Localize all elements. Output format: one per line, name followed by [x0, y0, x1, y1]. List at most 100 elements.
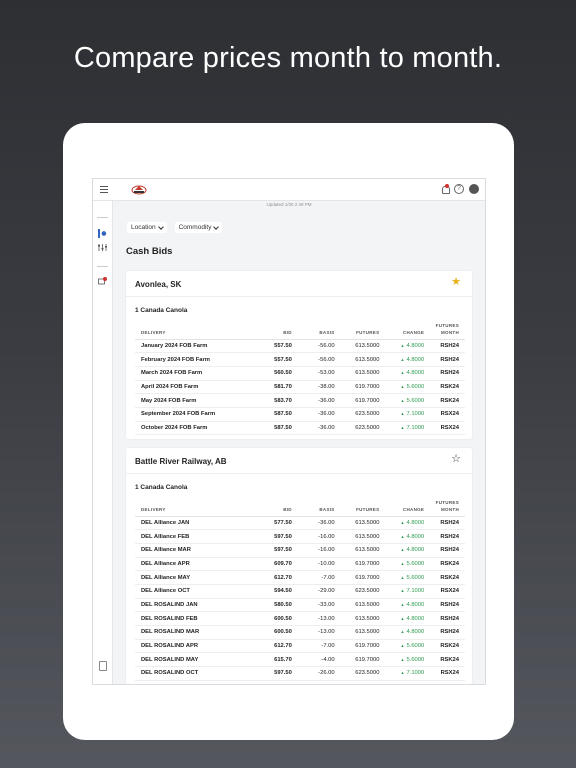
notification-icon[interactable] [441, 184, 450, 194]
menu-icon[interactable] [100, 186, 108, 193]
column-header-line: FUTURES [435, 499, 459, 505]
table-row[interactable]: DEL ROSALIND MAY 615.70 -4.00 619.7000 ▲ 5.60… [135, 652, 465, 668]
futures-cell: 613.5000 [334, 611, 380, 626]
column-header: DELIVERY [135, 498, 248, 517]
table-row[interactable]: DEL Alliance FEB 597.50 -16.00 613.5000 ▲ 4.8… [135, 529, 465, 544]
cash-bids-icon[interactable] [98, 229, 107, 238]
table-row[interactable]: January 2024 FOB Farm 557.50 -56.00 613.500… [135, 339, 465, 354]
delivery-cell: DEL ROSALIND JAN [135, 598, 248, 613]
bid-cell: 609.70 [247, 557, 292, 572]
futures-month-cell: RSH24 [424, 516, 465, 531]
futures-cell: 613.5000 [334, 516, 380, 531]
headline: Compare prices month to month. [73, 42, 503, 74]
column-header: CHANGE [379, 321, 425, 340]
table-row[interactable]: DEL Alliance OCT 594.50 -29.00 623.5000 ▲ 7.1… [135, 584, 465, 599]
basis-cell: -4.00 [291, 652, 335, 668]
table-header-row: DELIVERY BID BASIS FUTURES CHANGE FUTURES MONT… [135, 498, 465, 517]
futures-cell: 613.5000 [334, 366, 380, 381]
futures-cell: 619.7000 [334, 639, 380, 654]
futures-month-cell: RSX24 [424, 666, 465, 681]
futures-cell: 619.7000 [334, 557, 380, 572]
bid-cell: 580.50 [247, 598, 292, 613]
bid-cell: 557.50 [247, 352, 292, 367]
change-value: 4.8000 [406, 615, 425, 622]
basis-cell: -7.00 [291, 570, 335, 585]
change-value: 7.1000 [406, 670, 425, 677]
change-cell: ▲ 4.8000 [379, 339, 425, 354]
bid-cell: 594.50 [247, 584, 292, 599]
location-filter[interactable]: Location [127, 222, 167, 233]
arrow-up-icon: ▲ [400, 615, 405, 621]
change-cell: ▲ 7.1000 [379, 584, 425, 599]
change-cell: ▲ 4.8000 [379, 625, 425, 640]
futures-month-cell: RSX24 [424, 421, 465, 436]
change-cell: ▲ 7.1000 [379, 421, 425, 436]
table-row[interactable]: DEL ROSALIND OCT 597.50 -26.00 623.5000 ▲ 7.1… [135, 666, 465, 681]
futures-month-cell: RSH24 [424, 339, 465, 354]
futures-month-cell: RSK24 [424, 380, 465, 395]
column-header-line: MONTH [441, 506, 459, 512]
arrow-up-icon: ▲ [400, 670, 405, 676]
table-row[interactable]: March 2024 FOB Farm 560.50 -53.00 613.5000 ▲… [135, 366, 465, 381]
messages-icon[interactable] [98, 277, 107, 286]
arrow-up-icon: ▲ [400, 656, 405, 662]
change-value: 5.6000 [406, 397, 425, 404]
table-row[interactable]: February 2024 FOB Farm 557.50 -56.00 613.50… [135, 352, 465, 367]
commodity-filter[interactable]: Commodity [174, 222, 223, 233]
futures-cell: 613.5000 [334, 352, 380, 367]
table-row[interactable]: DEL Alliance JAN 577.50 -36.00 613.5000 ▲ 4.8… [135, 516, 465, 531]
sliders-icon[interactable] [98, 243, 107, 252]
table-row[interactable]: DEL Alliance MAY 612.70 -7.00 619.7000 ▲ 5.60… [135, 570, 465, 585]
arrow-up-icon: ▲ [400, 560, 405, 566]
table-row[interactable]: DEL ROSALIND FEB 600.50 -13.00 613.5000 ▲ 4.8… [135, 611, 465, 626]
column-header-line: FUTURES [435, 322, 459, 328]
change-value: 5.6000 [406, 656, 425, 663]
commodity-name: 1 Canada Canola [135, 307, 188, 314]
arrow-up-icon: ▲ [400, 356, 405, 362]
bid-cell: 615.70 [247, 652, 292, 668]
table-row[interactable]: September 2024 FOB Farm 587.50 -36.00 623.5… [135, 407, 465, 422]
table-row[interactable]: DEL ROSALIND APR 612.70 -7.00 619.7000 ▲ 5.60… [135, 639, 465, 654]
column-header: CHANGE [379, 498, 425, 517]
change-cell: ▲ 4.8000 [379, 516, 425, 531]
delivery-cell: DEL ROSALIND MAR [135, 625, 248, 640]
futures-cell: 613.5000 [334, 529, 380, 544]
arrow-up-icon: ▲ [400, 342, 405, 348]
updated-timestamp: Updated 1/30 2:49 PM [266, 202, 312, 207]
delivery-cell: March 2024 FOB Farm [135, 366, 248, 381]
futures-cell: 623.5000 [334, 584, 380, 599]
basis-cell: -38.00 [291, 380, 335, 395]
account-icon[interactable] [469, 184, 479, 194]
table-row[interactable]: DEL Alliance APR 609.70 -10.00 619.7000 ▲ 5.6… [135, 557, 465, 572]
column-header: DELIVERY [135, 321, 248, 340]
star-outline-icon[interactable]: ☆ [451, 454, 461, 465]
delivery-cell: DEL Alliance OCT [135, 584, 248, 599]
change-cell: ▲ 7.1000 [379, 666, 425, 681]
star-filled-icon[interactable]: ★ [451, 277, 461, 288]
change-value: 5.6000 [406, 560, 425, 567]
futures-cell: 613.5000 [334, 598, 380, 613]
change-value: 7.1000 [406, 411, 425, 418]
table-row[interactable]: DEL Alliance MAR 597.50 -16.00 613.5000 ▲ 4.8… [135, 543, 465, 558]
table-row[interactable]: April 2024 FOB Farm 581.70 -38.00 619.7000 ▲… [135, 380, 465, 395]
help-icon[interactable]: ? [454, 184, 464, 194]
bid-cell: 597.50 [247, 543, 292, 558]
app-screen: ? Updated 1/30 2:49 PM Location Commodit… [92, 178, 486, 685]
table-row[interactable]: May 2024 FOB Farm 583.70 -36.00 619.7000 ▲ 5.… [135, 393, 465, 408]
delivery-cell: DEL ROSALIND MAY [135, 652, 248, 668]
table-row[interactable]: October 2024 FOB Farm 587.50 -36.00 623.500… [135, 421, 465, 436]
arrow-up-icon: ▲ [400, 424, 405, 430]
table-row[interactable]: DEL ROSALIND MAR 600.50 -13.00 613.5000 ▲ 4.8… [135, 625, 465, 640]
change-cell: ▲ 4.8000 [379, 366, 425, 381]
futures-month-cell: RSK24 [424, 393, 465, 408]
change-cell: ▲ 4.8000 [379, 598, 425, 613]
basis-cell: -26.00 [291, 666, 335, 681]
change-value: 5.6000 [406, 383, 425, 390]
basis-cell: -56.00 [291, 339, 335, 354]
arrow-up-icon: ▲ [400, 519, 405, 525]
change-value: 4.8000 [406, 547, 425, 554]
basis-cell: -29.00 [291, 584, 335, 599]
table-row[interactable]: DEL ROSALIND JAN 580.50 -33.00 613.5000 ▲ 4.8… [135, 598, 465, 613]
card-header: Avonlea, SK ★ [126, 271, 472, 297]
document-icon[interactable] [99, 661, 107, 671]
